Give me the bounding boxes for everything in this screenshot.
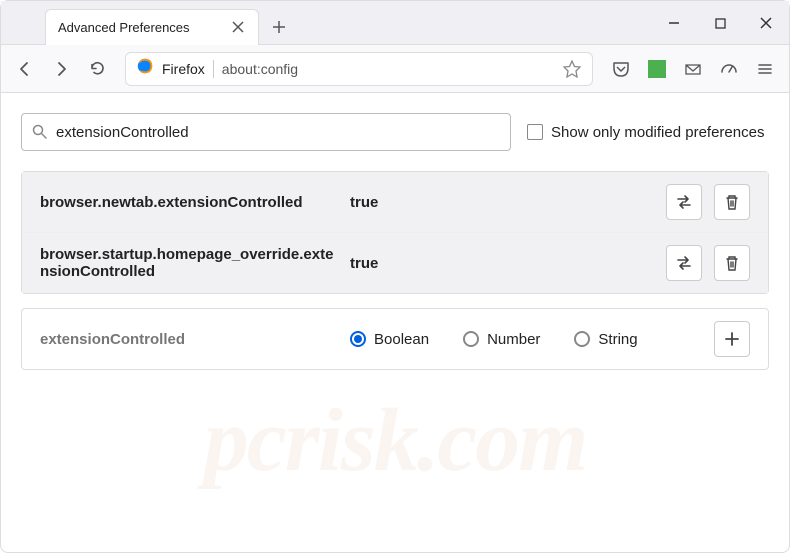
extension-icon[interactable] <box>641 53 673 85</box>
radio-icon <box>463 331 479 347</box>
new-preference-name: extensionControlled <box>40 331 350 348</box>
reload-button[interactable] <box>81 53 113 85</box>
preference-actions <box>666 184 750 220</box>
toggle-button[interactable] <box>666 245 702 281</box>
navigation-toolbar: Firefox about:config <box>1 45 789 93</box>
search-input[interactable] <box>56 124 500 141</box>
radio-label: String <box>598 331 637 348</box>
close-window-button[interactable] <box>743 7 789 39</box>
firefox-icon <box>136 57 154 80</box>
show-modified-checkbox-row[interactable]: Show only modified preferences <box>527 124 764 141</box>
radio-number[interactable]: Number <box>463 331 540 348</box>
add-button[interactable] <box>714 321 750 357</box>
preference-name: browser.newtab.extensionControlled <box>40 194 350 211</box>
urlbar-identity-label: Firefox <box>162 61 205 77</box>
preferences-table: browser.newtab.extensionControlled true … <box>21 171 769 294</box>
search-row: Show only modified preferences <box>21 113 769 151</box>
watermark: pcrisk.com <box>204 389 586 492</box>
radio-boolean[interactable]: Boolean <box>350 331 429 348</box>
search-box[interactable] <box>21 113 511 151</box>
pocket-icon[interactable] <box>605 53 637 85</box>
preference-name: browser.startup.homepage_override.extens… <box>40 246 350 280</box>
browser-tab[interactable]: Advanced Preferences <box>45 9 259 45</box>
type-radio-group: Boolean Number String <box>350 331 714 348</box>
titlebar: Advanced Preferences <box>1 1 789 45</box>
page-content: Show only modified preferences browser.n… <box>1 93 789 390</box>
radio-label: Boolean <box>374 331 429 348</box>
mail-icon[interactable] <box>677 53 709 85</box>
toggle-button[interactable] <box>666 184 702 220</box>
delete-button[interactable] <box>714 184 750 220</box>
delete-button[interactable] <box>714 245 750 281</box>
checkbox-label: Show only modified preferences <box>551 124 764 141</box>
minimize-button[interactable] <box>651 7 697 39</box>
preference-value: true <box>350 255 666 272</box>
urlbar-separator <box>213 60 214 78</box>
urlbar-address: about:config <box>222 61 554 77</box>
forward-button[interactable] <box>45 53 77 85</box>
preference-row: browser.newtab.extensionControlled true <box>22 172 768 233</box>
preference-row: browser.startup.homepage_override.extens… <box>22 233 768 293</box>
window-controls <box>651 1 789 45</box>
url-bar[interactable]: Firefox about:config <box>125 52 593 86</box>
bookmark-star-icon[interactable] <box>562 59 582 79</box>
radio-icon <box>574 331 590 347</box>
back-button[interactable] <box>9 53 41 85</box>
preference-value: true <box>350 194 666 211</box>
close-tab-icon[interactable] <box>230 19 246 35</box>
maximize-button[interactable] <box>697 7 743 39</box>
checkbox-icon[interactable] <box>527 124 543 140</box>
radio-string[interactable]: String <box>574 331 637 348</box>
tab-title: Advanced Preferences <box>58 20 190 35</box>
new-preference-row: extensionControlled Boolean Number Strin… <box>21 308 769 370</box>
dashboard-icon[interactable] <box>713 53 745 85</box>
hamburger-menu-icon[interactable] <box>749 53 781 85</box>
search-icon <box>32 124 48 140</box>
radio-icon <box>350 331 366 347</box>
preference-actions <box>666 245 750 281</box>
radio-label: Number <box>487 331 540 348</box>
new-tab-button[interactable] <box>265 13 293 41</box>
